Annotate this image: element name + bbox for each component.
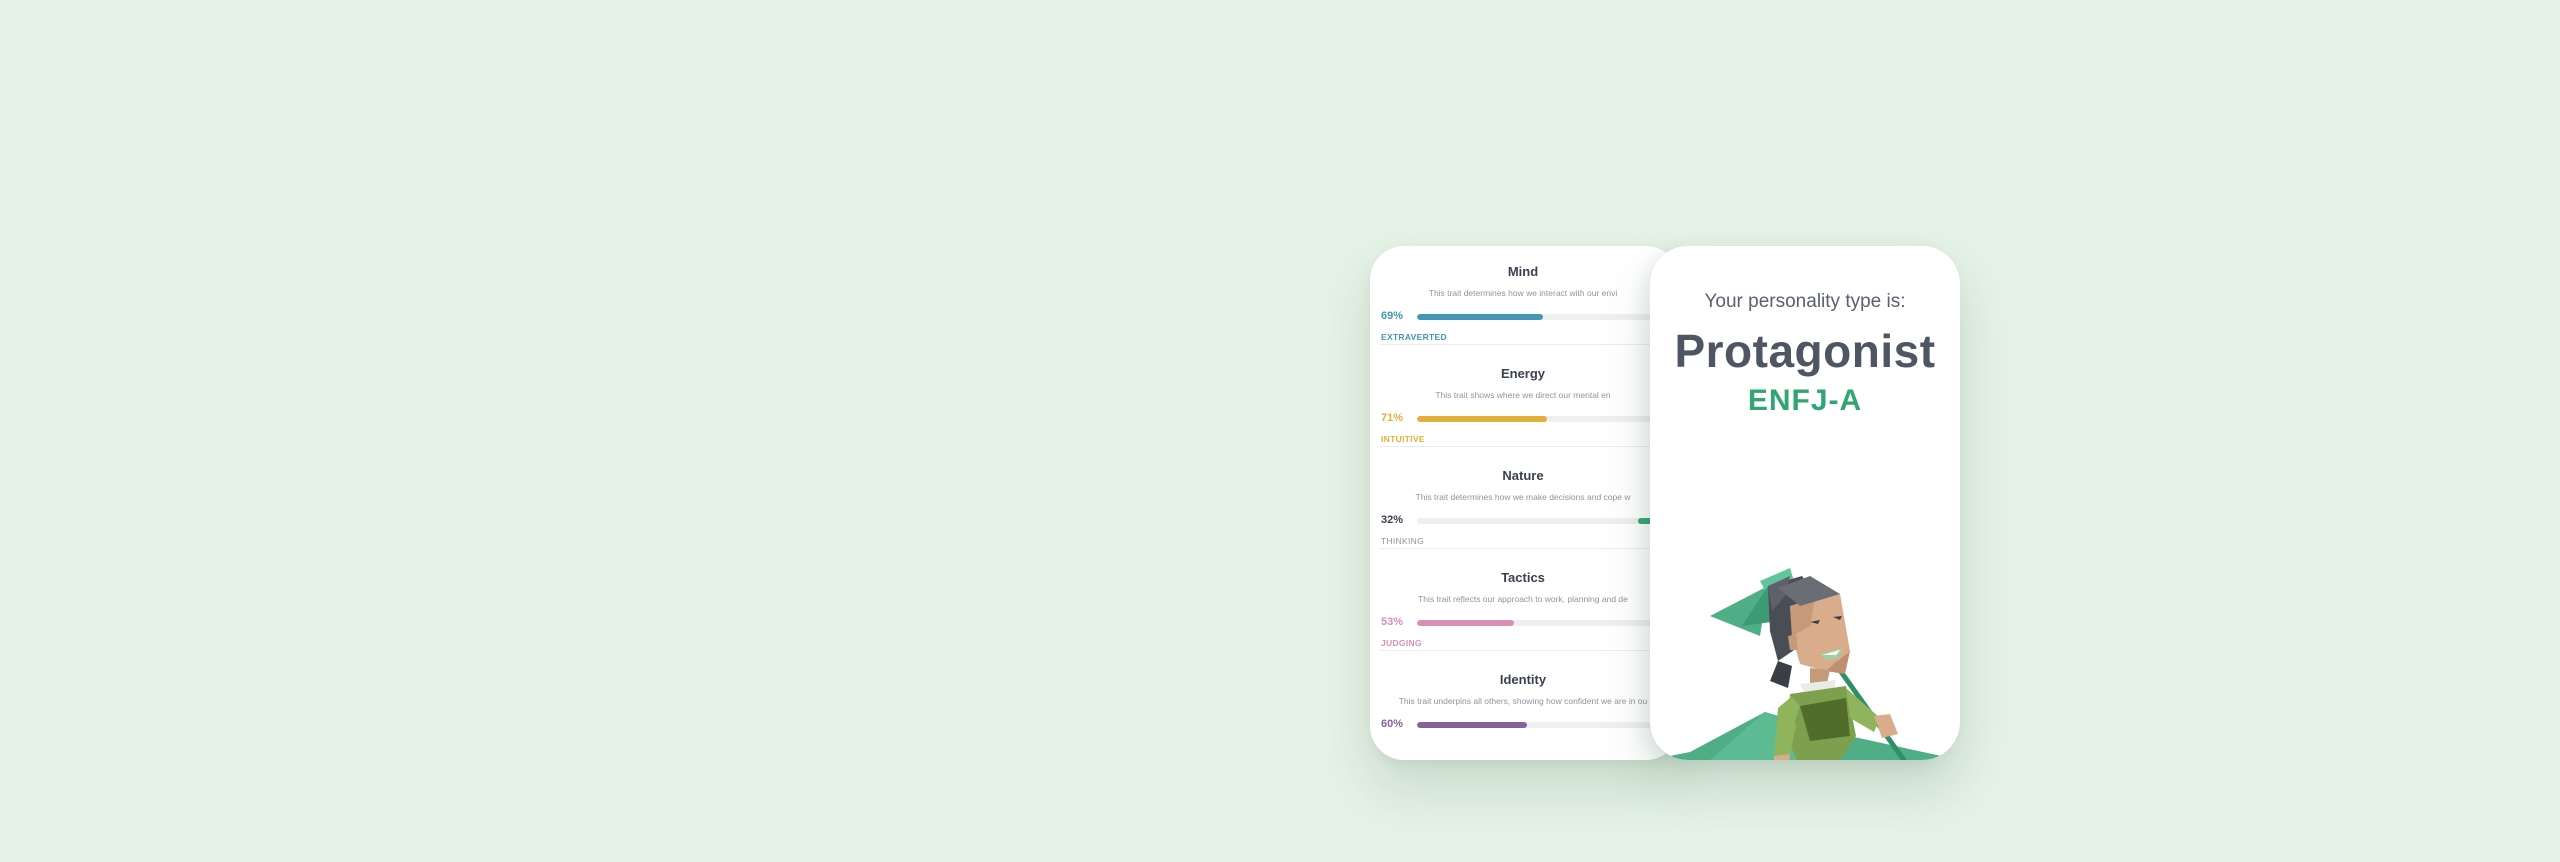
trait-side-label: INTUITIVE [1381,434,1425,444]
trait-bar [1417,620,1680,626]
trait-percent: 71% [1381,412,1404,424]
trait-bar [1417,314,1680,320]
trait-mind: Mind This trait determines how we intera… [1370,246,1680,348]
traits-card: Mind This trait determines how we intera… [1370,246,1680,760]
trait-tactics: Tactics This trait reflects our approach… [1370,548,1680,654]
trait-bar-fill [1417,722,1527,728]
trait-bar-fill [1417,314,1543,320]
protagonist-character-illustration [1650,568,1960,760]
trait-side-label: EXTRAVERTED [1381,332,1447,342]
personality-type-name: Protagonist [1674,325,1936,377]
trait-identity: Identity This trait underpins all others… [1370,650,1680,756]
trait-description: This trait determines how we make decisi… [1415,492,1631,502]
trait-description: This trait determines how we interact wi… [1428,288,1618,298]
personality-type-code: ENFJ-A [1747,384,1863,417]
result-intro-text: Your personality type is: [1704,291,1906,312]
trait-bar [1417,416,1680,422]
trait-percent: 53% [1381,616,1404,628]
trait-nature: Nature This trait determines how we make… [1370,446,1680,552]
trait-bar-fill [1417,620,1514,626]
trait-percent: 60% [1381,718,1404,730]
result-card: Your personality type is: Protagonist EN… [1650,246,1960,760]
trait-title: Nature [1502,468,1544,483]
trait-percent: 32% [1381,514,1404,526]
trait-bar-fill [1417,416,1547,422]
trait-title: Tactics [1501,570,1545,585]
trait-title: Mind [1507,264,1539,279]
trait-bar [1417,722,1680,728]
trait-energy: Energy This trait shows where we direct … [1370,344,1680,450]
trait-side-label: THINKING [1381,536,1425,546]
trait-description: This trait underpins all others, showing… [1398,696,1648,706]
trait-title: Identity [1499,672,1547,687]
trait-description: This trait shows where we direct our men… [1435,390,1611,400]
trait-side-label: JUDGING [1381,638,1422,648]
trait-title: Energy [1500,366,1546,381]
trait-percent: 69% [1381,310,1404,322]
trait-bar [1417,518,1680,524]
trait-description: This trait reflects our approach to work… [1418,594,1628,604]
